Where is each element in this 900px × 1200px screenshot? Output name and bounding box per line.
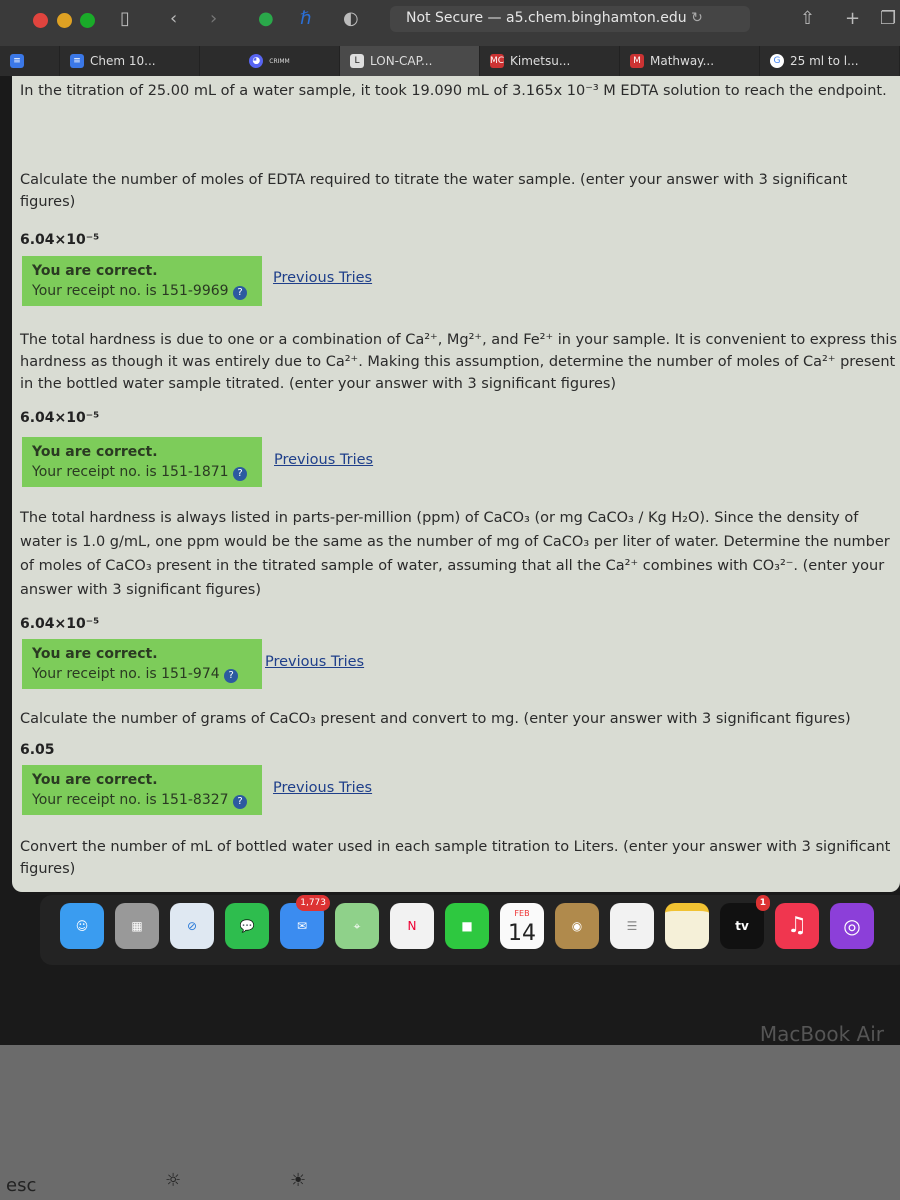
previous-tries-link-2[interactable]: Previous Tries	[274, 452, 373, 468]
help-icon[interactable]: ?	[233, 467, 248, 481]
dock: ☺ ▦ ⊘ 💬 ✉ 1,773 ⌖ N ■ FEB 14 ◉ ☰ tv 1 ♫ ◎	[40, 895, 900, 965]
forward-icon[interactable]: ›	[210, 8, 217, 29]
tab-chem[interactable]: ≡ Chem 10...	[60, 46, 200, 76]
notes-icon[interactable]	[665, 903, 709, 949]
help-icon[interactable]: ?	[233, 795, 248, 809]
answer-1: 6.04×10⁻⁵	[20, 232, 100, 248]
tab-discord[interactable]: ◕ CRIMM	[200, 46, 340, 76]
tab-mathway[interactable]: M Mathway...	[620, 46, 760, 76]
mail-icon[interactable]: ✉ 1,773	[280, 895, 330, 949]
brightness-key-icon: ☼	[165, 1170, 182, 1191]
answer-4: 6.05	[20, 742, 55, 758]
previous-tries-link-3[interactable]: Previous Tries	[265, 654, 364, 670]
correct-box-2: You are correct. Your receipt no. is 151-…	[22, 437, 262, 487]
answer-3: 6.04×10⁻⁵	[20, 616, 100, 632]
correct-box-4: You are correct. Your receipt no. is 151-…	[22, 765, 262, 815]
facetime-icon[interactable]: ■	[445, 903, 489, 949]
extension-icon[interactable]: ℏ	[300, 8, 311, 29]
correct-box-1: You are correct. Your receipt no. is 151-…	[22, 256, 262, 306]
browser-toolbar: ▯ ‹ › ● ℏ ◐ Not Secure — a5.chem.bingham…	[0, 0, 900, 46]
previous-tries-link-1[interactable]: Previous Tries	[273, 270, 372, 286]
sidebar-icon[interactable]: ▯	[120, 8, 130, 29]
loncapa-icon: L	[350, 54, 364, 68]
tab-kimetsu[interactable]: MC Kimetsu...	[480, 46, 620, 76]
answer-2: 6.04×10⁻⁵	[20, 410, 100, 426]
tab-bar: ≡ ≡ Chem 10... ◕ CRIMM L LON-CAP... MC Kimet…	[0, 46, 900, 76]
tab-overview-icon[interactable]: ❐	[880, 8, 896, 29]
maps-icon[interactable]: ⌖	[335, 903, 379, 949]
correct-box-3: You are correct. Your receipt no. is 151-…	[22, 639, 262, 689]
tab-google[interactable]: G 25 ml to l...	[760, 46, 900, 76]
apple-tv-icon[interactable]: tv 1	[720, 895, 770, 949]
news-icon[interactable]: N	[390, 903, 434, 949]
calendar-icon[interactable]: FEB 14	[500, 903, 544, 949]
question-5: Convert the number of mL of bottled wate…	[20, 839, 891, 877]
launchpad-icon[interactable]: ▦	[115, 903, 159, 949]
tab-loncapa[interactable]: L LON-CAP...	[340, 46, 480, 76]
discord-icon: ◕	[249, 54, 264, 68]
mathway-icon: M	[630, 54, 644, 68]
question-2: The total hardness is due to one or a co…	[20, 332, 897, 392]
tab-docs[interactable]: ≡	[0, 46, 60, 76]
new-tab-icon[interactable]: +	[845, 8, 860, 29]
finder-icon[interactable]: ☺	[60, 903, 104, 949]
grammarly-extension-icon[interactable]: ●	[258, 8, 274, 29]
question-1: Calculate the number of moles of EDTA re…	[20, 172, 848, 210]
reminders-icon[interactable]: ☰	[610, 903, 654, 949]
question-3: The total hardness is always listed in p…	[20, 510, 890, 598]
address-bar[interactable]: Not Secure — a5.chem.binghamton.edu ↻	[390, 6, 750, 32]
esc-key: esc	[6, 1175, 37, 1196]
problem-intro: In the titration of 25.00 mL of a water …	[20, 83, 887, 99]
back-icon[interactable]: ‹	[170, 8, 177, 29]
share-icon[interactable]: ⇧	[800, 8, 815, 29]
safari-icon[interactable]: ⊘	[170, 903, 214, 949]
contacts-icon[interactable]: ◉	[555, 903, 599, 949]
docs-icon: ≡	[10, 54, 24, 68]
close-window-button[interactable]	[33, 13, 48, 28]
podcasts-icon[interactable]: ◎	[830, 903, 874, 949]
keyboard: esc ☼ ☀	[0, 1045, 900, 1200]
reload-icon[interactable]: ↻	[691, 10, 703, 26]
music-icon[interactable]: ♫	[775, 903, 819, 949]
docs-icon: ≡	[70, 54, 84, 68]
google-icon: G	[770, 54, 784, 68]
help-icon[interactable]: ?	[224, 669, 239, 683]
mc-icon: MC	[490, 54, 505, 68]
brightness-up-key-icon: ☀	[290, 1170, 307, 1191]
zoom-window-button[interactable]	[80, 13, 95, 28]
minimize-window-button[interactable]	[57, 13, 72, 28]
help-icon[interactable]: ?	[233, 286, 248, 300]
url-text: a5.chem.binghamton.edu	[506, 10, 687, 26]
device-brand: MacBook Air	[759, 1022, 884, 1046]
wechat-icon[interactable]: 💬	[225, 903, 269, 949]
question-4: Calculate the number of grams of CaCO₃ p…	[20, 711, 851, 727]
previous-tries-link-4[interactable]: Previous Tries	[273, 780, 372, 796]
shield-icon[interactable]: ◐	[343, 8, 359, 29]
